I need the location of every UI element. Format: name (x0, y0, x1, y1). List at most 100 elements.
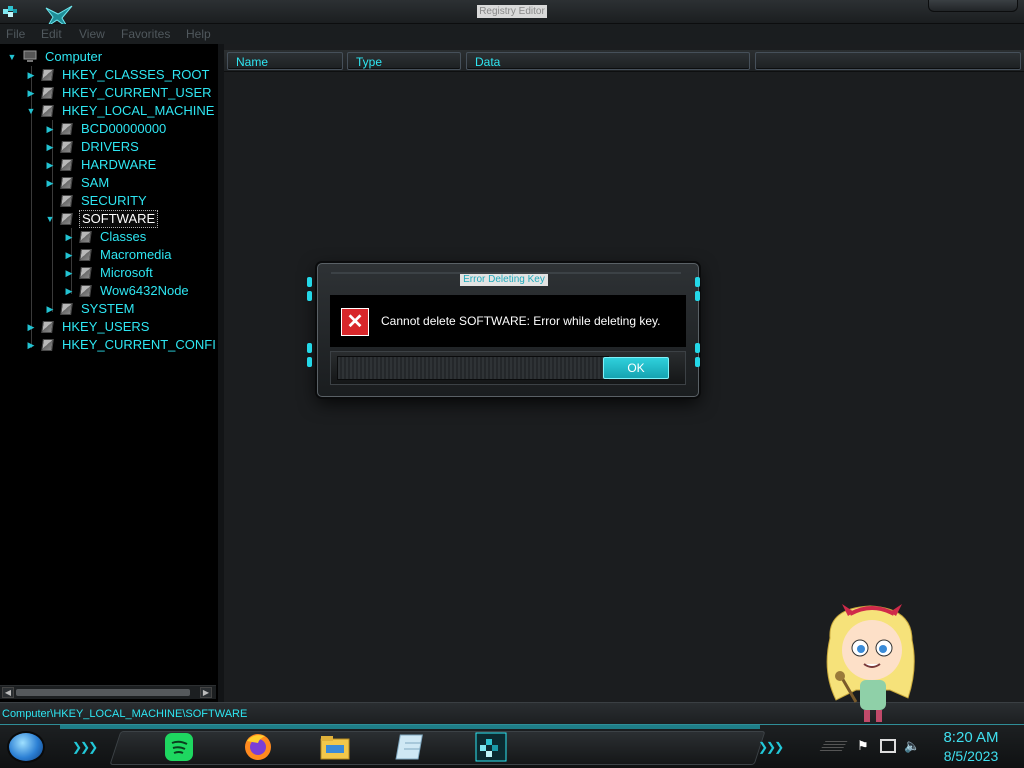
tree-collapsed-icon[interactable]: ▶ (44, 160, 56, 170)
column-header-type[interactable]: Type (347, 52, 461, 70)
tree-item-label: Microsoft (100, 265, 153, 280)
registry-key-icon (60, 195, 73, 207)
tree-collapsed-icon[interactable]: ▶ (25, 88, 37, 98)
tree-item-label: Computer (45, 49, 103, 64)
taskbar-glow (60, 725, 760, 729)
error-dialog: Error Deleting Key ✕ Cannot delete SOFTW… (307, 263, 700, 397)
firefox-icon[interactable] (241, 731, 275, 763)
tree-item-label: Wow6432Node (100, 283, 189, 298)
flag-icon[interactable]: ⚑ (857, 739, 871, 753)
tree-item-label: SECURITY (81, 193, 147, 208)
start-button[interactable] (7, 731, 45, 763)
tree-item-security[interactable]: SECURITY (44, 192, 149, 210)
column-header-empty (755, 52, 1021, 70)
dialog-title: Error Deleting Key (460, 274, 548, 286)
tree-item-drivers[interactable]: ▶ DRIVERS (44, 138, 141, 156)
column-header-label: Type (356, 55, 383, 69)
dialog-body: ✕ Cannot delete SOFTWARE: Error while de… (330, 295, 686, 347)
registry-key-icon (41, 87, 54, 99)
tree-item-hkey-users[interactable]: ▶ HKEY_USERS (25, 318, 151, 336)
tree-item-hkey-current-config[interactable]: ▶ HKEY_CURRENT_CONFI (25, 336, 218, 354)
tree-item-sam[interactable]: ▶ SAM (44, 174, 111, 192)
clock-time[interactable]: 8:20 AM (936, 729, 1006, 746)
file-explorer-icon[interactable] (318, 731, 352, 763)
tree-item-label: HKEY_CURRENT_USER (62, 85, 212, 100)
error-message: Cannot delete SOFTWARE: Error while dele… (381, 314, 661, 328)
scrollbar-thumb[interactable] (16, 689, 190, 696)
tree-item-hkey-local-machine[interactable]: ▼ HKEY_LOCAL_MACHINE (25, 102, 216, 120)
registry-key-icon (79, 285, 92, 297)
menu-edit[interactable]: Edit (41, 26, 62, 42)
menu-file[interactable]: File (6, 26, 25, 42)
tree-collapsed-icon[interactable]: ▶ (25, 70, 37, 80)
scroll-right-icon[interactable]: ▶ (200, 687, 212, 698)
tree-item-label: HKEY_USERS (62, 319, 150, 334)
tree-expanded-icon[interactable]: ▼ (44, 214, 56, 224)
tree-horizontal-scrollbar[interactable]: ◀ ▶ (0, 685, 216, 699)
registry-key-icon (60, 123, 73, 135)
tree-collapsed-icon[interactable]: ▶ (44, 142, 56, 152)
taskbar-chevrons-icon: ❯❯❯ (72, 740, 98, 754)
tree-item-label: HKEY_CURRENT_CONFI (62, 337, 216, 352)
dialog-led-right (695, 291, 700, 301)
tree-item-label: HARDWARE (81, 157, 157, 172)
taskbar-chevrons-icon: ❯❯❯ (758, 740, 784, 754)
window-title: Registry Editor (477, 5, 547, 18)
menu-help[interactable]: Help (186, 26, 211, 42)
tree-collapsed-icon[interactable]: ▶ (44, 178, 56, 188)
tree-item-computer[interactable]: ▼ Computer (6, 48, 104, 66)
scroll-left-icon[interactable]: ◀ (2, 687, 14, 698)
tree-item-hkey-current-user[interactable]: ▶ HKEY_CURRENT_USER (25, 84, 214, 102)
tree-expanded-icon[interactable]: ▼ (6, 52, 18, 62)
computer-icon (23, 50, 37, 62)
tree-item-classes[interactable]: ▶ Classes (63, 228, 148, 246)
tree-collapsed-icon[interactable]: ▶ (25, 322, 37, 332)
status-path: Computer\HKEY_LOCAL_MACHINE\SOFTWARE (2, 708, 248, 720)
tree-collapsed-icon[interactable]: ▶ (44, 304, 56, 314)
dialog-led-right (695, 277, 700, 287)
tree-item-wow6432node[interactable]: ▶ Wow6432Node (63, 282, 191, 300)
registry-key-icon (41, 69, 54, 81)
registry-key-icon (60, 213, 73, 225)
dialog-led-left (307, 343, 312, 353)
clock-date[interactable]: 8/5/2023 (936, 748, 1006, 765)
taskbar: ❯❯❯ ❯❯❯ ⚑ 🔈 8:20 AM 8/5/2023 (0, 724, 1024, 768)
dialog-led-right (695, 357, 700, 367)
tree-collapsed-icon[interactable]: ▶ (25, 340, 37, 350)
tree-item-hkey-classes-root[interactable]: ▶ HKEY_CLASSES_ROOT (25, 66, 211, 84)
tree-collapsed-icon[interactable]: ▶ (63, 268, 75, 278)
registry-editor-icon[interactable] (2, 4, 18, 20)
tree-item-macromedia[interactable]: ▶ Macromedia (63, 246, 174, 264)
desktop: Registry Editor File Edit View Favorites… (0, 0, 1024, 768)
registry-key-icon (41, 105, 54, 117)
tree-item-hardware[interactable]: ▶ HARDWARE (44, 156, 158, 174)
tree-collapsed-icon[interactable]: ▶ (63, 286, 75, 296)
tree-item-bcd00000000[interactable]: ▶ BCD00000000 (44, 120, 168, 138)
ok-button[interactable]: OK (603, 357, 669, 379)
tree-item-label: SYSTEM (81, 301, 135, 316)
registry-key-icon (41, 321, 54, 333)
column-header-name[interactable]: Name (227, 52, 343, 70)
tray-grip (818, 741, 848, 753)
tree-collapsed-icon[interactable]: ▶ (44, 124, 56, 134)
network-icon[interactable] (880, 739, 896, 753)
tree-expanded-icon[interactable]: ▼ (25, 106, 37, 116)
tree-item-system[interactable]: ▶ SYSTEM (44, 300, 136, 318)
menu-favorites[interactable]: Favorites (121, 26, 170, 42)
menu-view[interactable]: View (79, 26, 105, 42)
menu-bar: File Edit View Favorites Help (0, 24, 1024, 44)
tree-item-label: DRIVERS (81, 139, 139, 154)
tree-collapsed-icon[interactable]: ▶ (63, 250, 75, 260)
column-header-data[interactable]: Data (466, 52, 750, 70)
spotify-icon[interactable] (162, 731, 196, 763)
tree-item-microsoft[interactable]: ▶ Microsoft (63, 264, 155, 282)
tree-item-software[interactable]: ▼ SOFTWARE (44, 210, 159, 228)
title-bar[interactable]: Registry Editor (0, 0, 1024, 29)
list-header: Name Type Data (224, 50, 1024, 72)
tree-collapsed-icon[interactable]: ▶ (63, 232, 75, 242)
volume-icon[interactable]: 🔈 (904, 738, 920, 754)
notepad-icon[interactable] (395, 731, 429, 763)
registry-editor-icon[interactable] (474, 731, 508, 763)
registry-tree[interactable]: ▼ Computer ▶ HKEY_CLASSES_ROOT ▶ HKEY_CU… (0, 44, 220, 702)
